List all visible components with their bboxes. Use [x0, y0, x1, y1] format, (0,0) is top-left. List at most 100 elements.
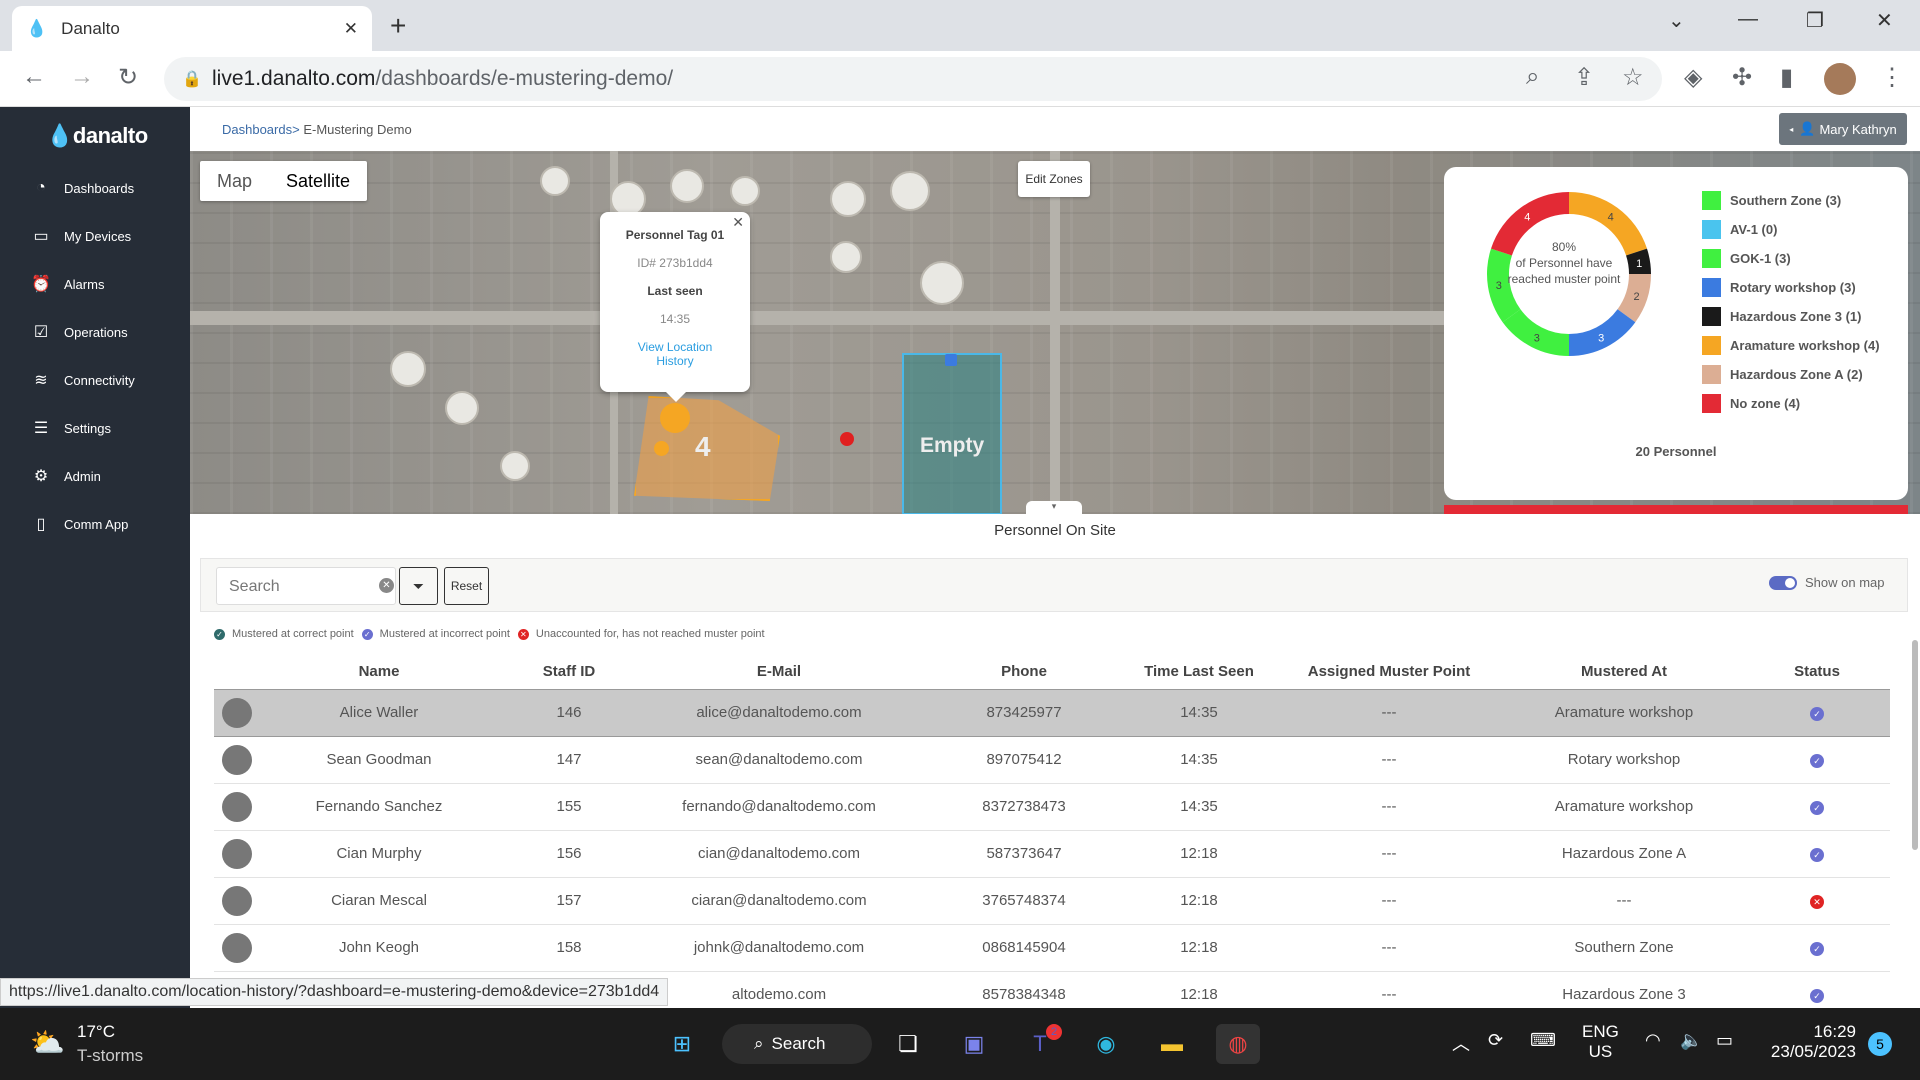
- close-tab-icon[interactable]: ✕: [344, 19, 358, 39]
- collapse-map-handle[interactable]: ▾: [1026, 501, 1082, 514]
- sidebar-item-settings[interactable]: ☰ Settings: [30, 413, 190, 443]
- user-menu-button[interactable]: ◂ 👤 Mary Kathryn: [1779, 113, 1907, 145]
- legend-item[interactable]: Hazardous Zone A (2): [1702, 365, 1863, 384]
- status-legend: ✓ Mustered at correct point ✓ Mustered at …: [214, 628, 765, 640]
- sync-icon[interactable]: ⟳: [1488, 1030, 1503, 1051]
- show-on-map-toggle[interactable]: Show on map: [1769, 575, 1885, 590]
- donut-data-label: 2: [1633, 291, 1639, 303]
- legend-item[interactable]: No zone (4): [1702, 394, 1800, 413]
- restore-icon[interactable]: ❐: [1806, 8, 1824, 33]
- keyboard-icon[interactable]: ⌨: [1530, 1030, 1556, 1051]
- tray-overflow-icon[interactable]: ︿: [1452, 1030, 1470, 1056]
- view-location-history-link[interactable]: View Location History: [620, 340, 730, 368]
- filter-button[interactable]: ⏷: [399, 567, 438, 605]
- volume-icon[interactable]: 🔈: [1680, 1030, 1702, 1051]
- sidebar-item-connectivity[interactable]: ≋ Connectivity: [30, 365, 190, 395]
- wifi-tray-icon[interactable]: ◠: [1645, 1030, 1661, 1051]
- share-icon[interactable]: ⇪: [1574, 63, 1594, 92]
- forward-icon[interactable]: →: [70, 63, 94, 91]
- start-button[interactable]: ⊞: [660, 1024, 704, 1064]
- unaccounted-personnel-marker[interactable]: [840, 432, 854, 446]
- url-host: live1.danalto.com: [212, 67, 376, 90]
- battery-icon[interactable]: ▭: [1716, 1030, 1733, 1051]
- minimize-icon[interactable]: —: [1738, 8, 1758, 31]
- close-popup-icon[interactable]: ✕: [732, 214, 744, 231]
- clear-search-icon[interactable]: ✕: [379, 578, 394, 593]
- col-email[interactable]: E-Mail: [634, 655, 924, 689]
- close-window-icon[interactable]: ✕: [1876, 8, 1893, 33]
- personnel-marker[interactable]: [654, 441, 669, 456]
- new-tab-button[interactable]: +: [390, 10, 406, 42]
- table-row[interactable]: Sean Goodman 147 sean@danaltodemo.com 89707…: [214, 736, 1890, 784]
- legend-item[interactable]: Aramature workshop (4): [1702, 336, 1880, 355]
- cell-0: John Keogh: [254, 924, 504, 972]
- sidebar-item-comm-app[interactable]: ▯ Comm App: [30, 509, 190, 539]
- toggle-switch[interactable]: [1769, 575, 1797, 590]
- tab-search-icon[interactable]: ⌄: [1668, 8, 1685, 33]
- url-input[interactable]: 🔒 live1.danalto.com/dashboards/e-musteri…: [164, 57, 1662, 101]
- legend-item[interactable]: Hazardous Zone 3 (1): [1702, 307, 1861, 326]
- col-staff-id[interactable]: Staff ID: [504, 655, 634, 689]
- col-assigned-muster-point[interactable]: Assigned Muster Point: [1274, 655, 1504, 689]
- map-type-map-button[interactable]: Map: [200, 161, 269, 201]
- sidebar-item-dashboards[interactable]: ◔ Dashboards: [30, 173, 190, 203]
- table-row[interactable]: Fernando Sanchez 155 fernando@danaltodemo.…: [214, 783, 1890, 831]
- table-row[interactable]: John Keogh 158 johnk@danaltodemo.com 086814…: [214, 924, 1890, 972]
- cell-3: 587373647: [924, 830, 1124, 878]
- edge-icon[interactable]: ◉: [1084, 1024, 1128, 1064]
- breadcrumb-dashboards-link[interactable]: Dashboards>: [222, 122, 300, 137]
- reset-button[interactable]: Reset: [444, 567, 489, 605]
- weather-icon[interactable]: ⛅: [30, 1026, 65, 1059]
- table-scrollbar[interactable]: [1912, 640, 1918, 850]
- menu-icon[interactable]: ⋮: [1880, 63, 1904, 92]
- back-icon[interactable]: ←: [22, 63, 46, 91]
- legend-item[interactable]: Rotary workshop (3): [1702, 278, 1856, 297]
- search-icon: ⌕: [754, 1034, 764, 1053]
- sidebar-item-alarms[interactable]: ⏰ Alarms: [30, 269, 190, 299]
- browser-tab[interactable]: 💧 Danalto ✕: [12, 6, 372, 51]
- sidebar-item-operations[interactable]: ☑ Operations: [30, 317, 190, 347]
- weather-temp[interactable]: 17°C: [77, 1022, 115, 1042]
- clock[interactable]: 16:29 23/05/2023: [1760, 1022, 1856, 1062]
- col-status[interactable]: Status: [1744, 655, 1890, 689]
- teams-icon[interactable]: T2: [1018, 1024, 1062, 1064]
- table-row[interactable]: Cian Murphy 156 cian@danaltodemo.com 587373…: [214, 830, 1890, 878]
- col-phone[interactable]: Phone: [924, 655, 1124, 689]
- file-explorer-icon[interactable]: ▬: [1150, 1024, 1194, 1064]
- puzzle-icon[interactable]: ✣: [1732, 63, 1752, 92]
- col-mustered-at[interactable]: Mustered At: [1504, 655, 1744, 689]
- chat-icon[interactable]: ▣: [952, 1024, 996, 1064]
- cell-3: 873425977: [924, 688, 1124, 737]
- sidebar-item-admin[interactable]: ⚙ Admin: [30, 461, 190, 491]
- col-name[interactable]: Name: [254, 655, 504, 689]
- phone-icon: ▯: [36, 516, 46, 533]
- link-status-url: https://live1.danalto.com/location-histo…: [0, 978, 669, 1006]
- table-row[interactable]: Ciaran Mescal 157 ciaran@danaltodemo.com 37…: [214, 877, 1890, 925]
- side-panel-icon[interactable]: ▮: [1780, 63, 1793, 92]
- personnel-cluster-marker[interactable]: [660, 403, 690, 433]
- dashboard-icon: ◔: [36, 179, 46, 196]
- taskbar-search[interactable]: ⌕ Search: [722, 1024, 872, 1064]
- table-row[interactable]: Alice Waller 146 alice@danaltodemo.com 8734…: [214, 688, 1890, 737]
- avatar: [222, 791, 252, 822]
- profile-avatar[interactable]: [1824, 63, 1856, 95]
- col-time-last-seen[interactable]: Time Last Seen: [1124, 655, 1274, 689]
- cell-2: fernando@danaltodemo.com: [634, 783, 924, 831]
- notification-badge[interactable]: 5: [1868, 1032, 1892, 1056]
- sidebar-item-my-devices[interactable]: ▭ My Devices: [30, 221, 190, 251]
- bookmark-star-icon[interactable]: ☆: [1622, 63, 1644, 92]
- reload-icon[interactable]: ↻: [118, 63, 138, 92]
- language-indicator[interactable]: ENG US: [1582, 1022, 1619, 1062]
- gateway-icon[interactable]: [945, 354, 957, 366]
- extension-icon[interactable]: ◈: [1684, 63, 1702, 92]
- edit-zones-button[interactable]: Edit Zones: [1018, 161, 1090, 197]
- legend-item[interactable]: AV-1 (0): [1702, 220, 1777, 239]
- search-input[interactable]: Search: [216, 567, 396, 605]
- legend-item[interactable]: GOK-1 (3): [1702, 249, 1791, 268]
- zoom-icon[interactable]: ⌕: [1526, 63, 1539, 91]
- map-type-satellite-button[interactable]: Satellite: [269, 161, 367, 201]
- task-view-icon[interactable]: ❏: [886, 1024, 930, 1064]
- legend-item[interactable]: Southern Zone (3): [1702, 191, 1841, 210]
- cell-3: 8372738473: [924, 783, 1124, 831]
- chrome-icon[interactable]: ◍: [1216, 1024, 1260, 1064]
